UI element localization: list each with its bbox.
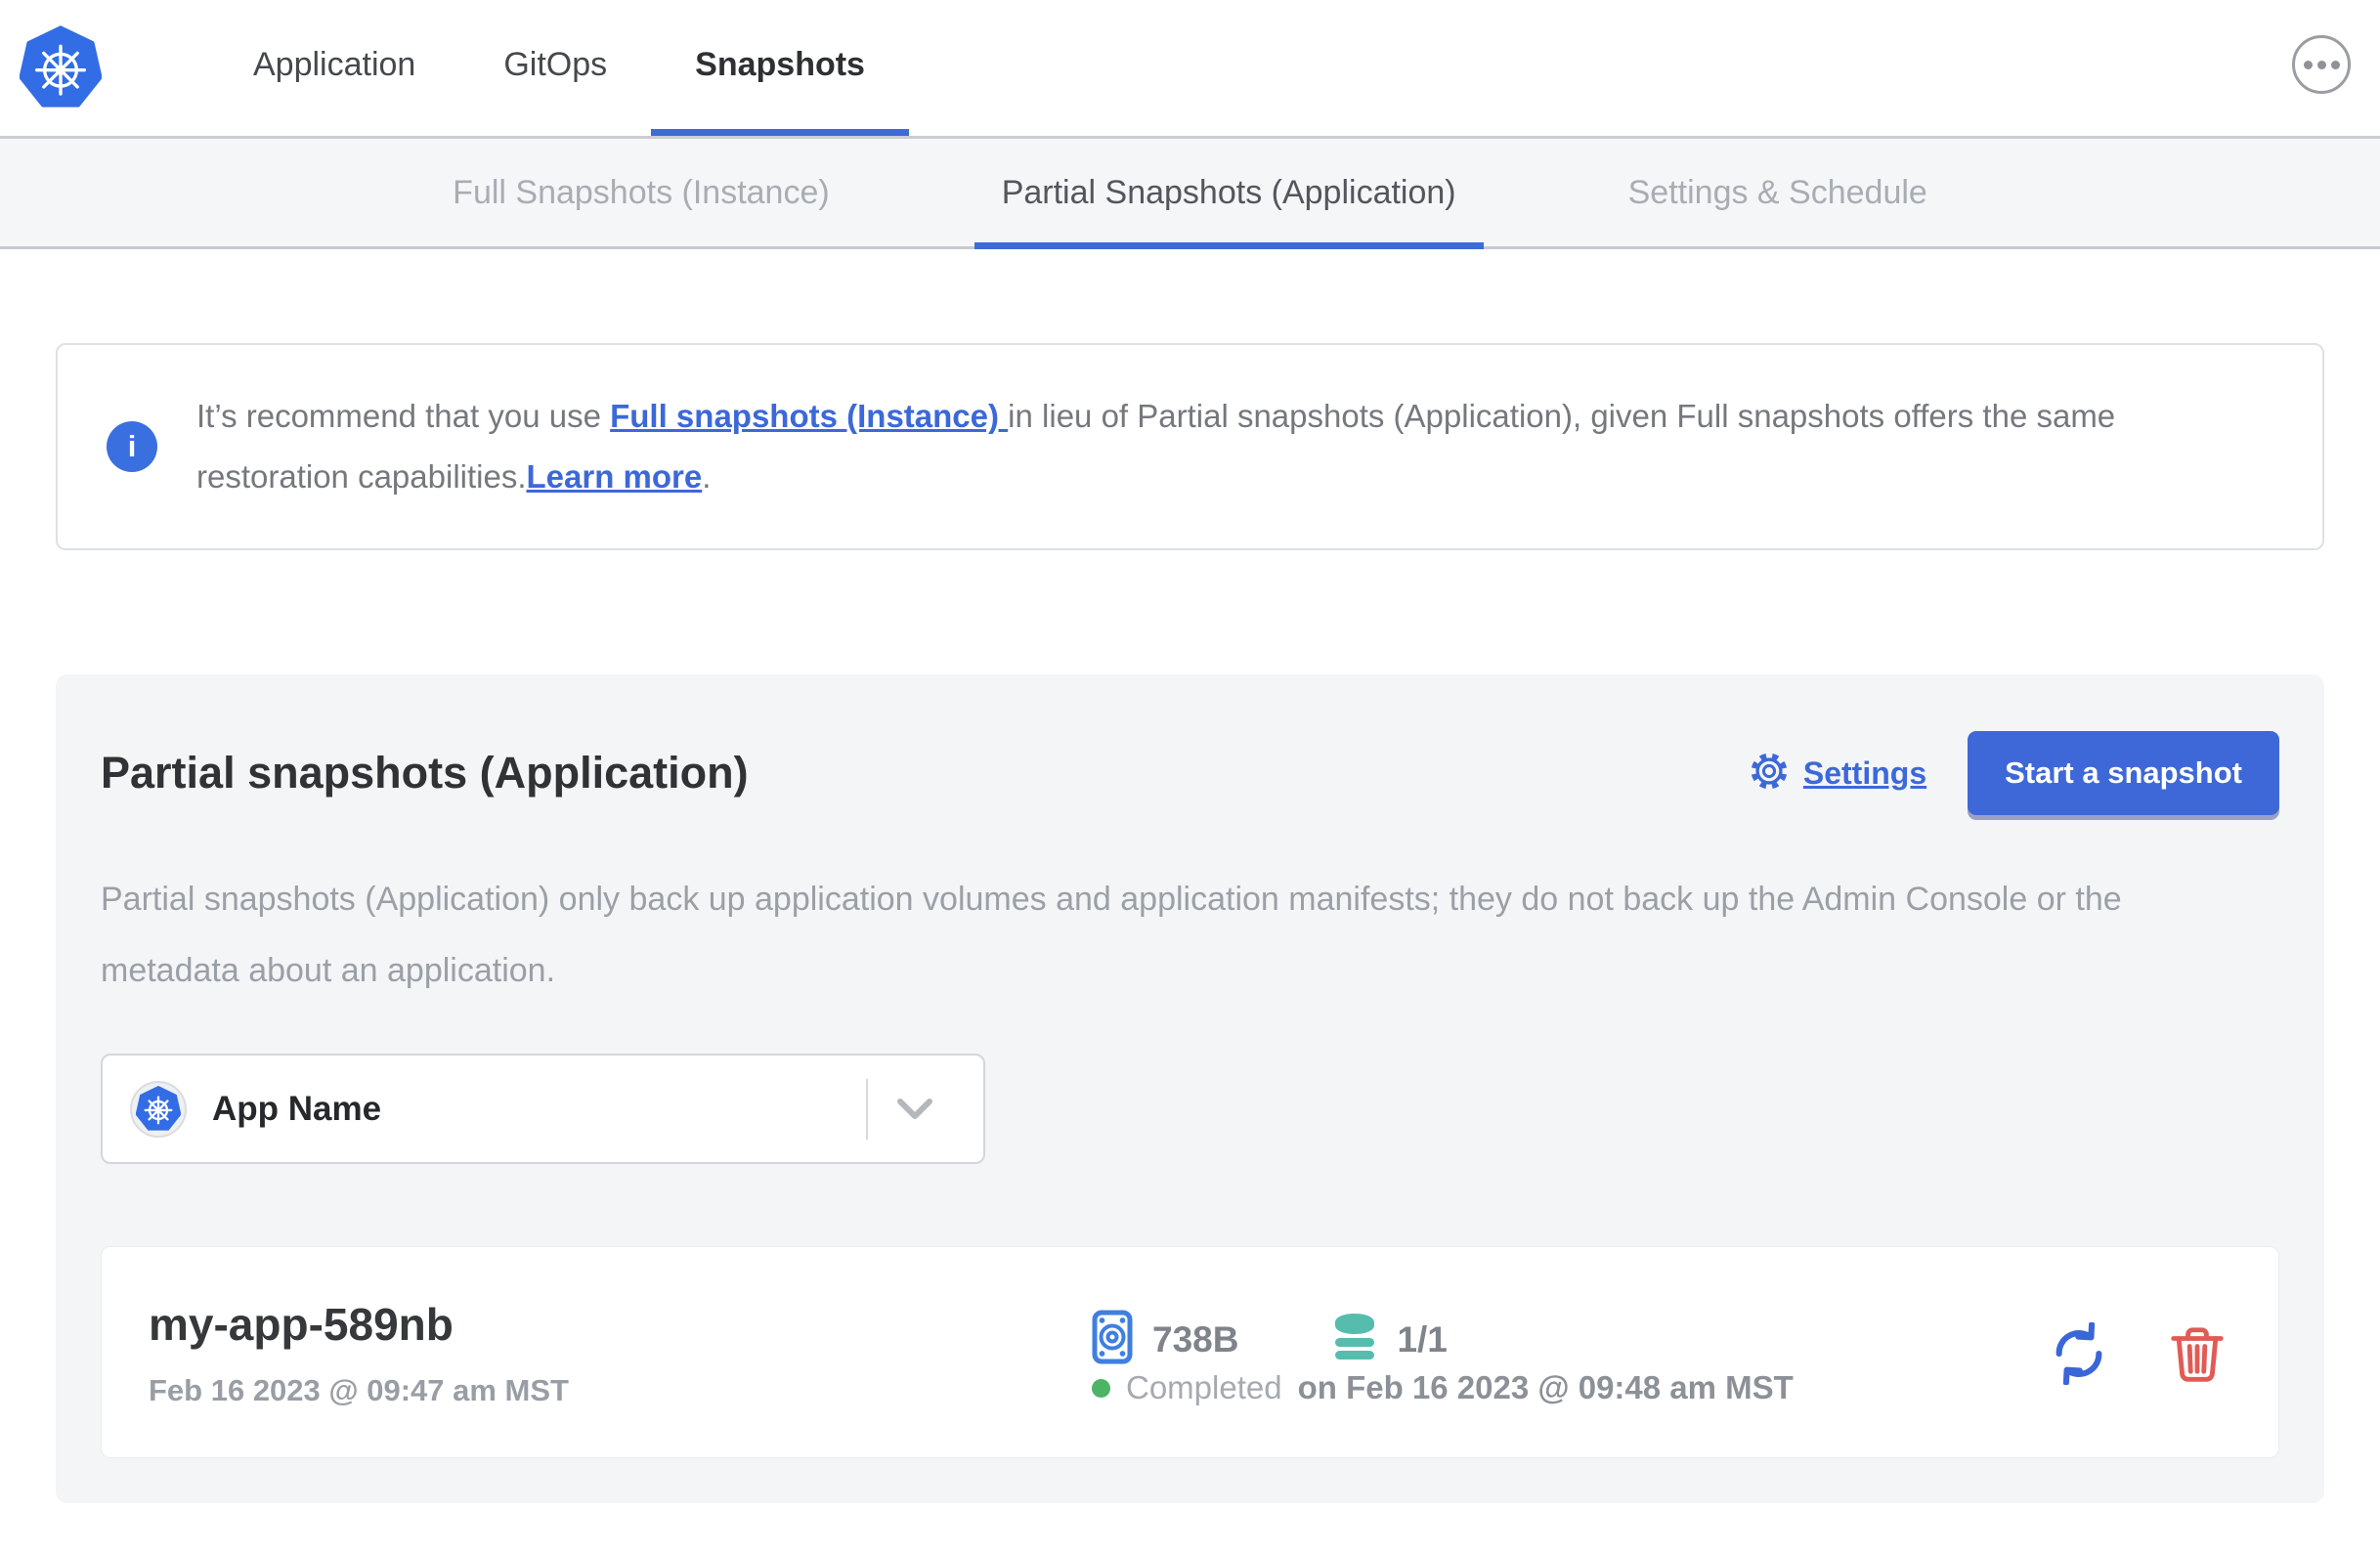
subtab-full-snapshots[interactable]: Full Snapshots (Instance): [367, 139, 916, 246]
gear-icon: [1749, 751, 1790, 797]
restore-snapshot-button[interactable]: [2048, 1320, 2110, 1388]
subtab-partial-snapshots[interactable]: Partial Snapshots (Application): [916, 139, 1542, 249]
snapshot-size-value: 738B: [1152, 1318, 1239, 1360]
snapshot-settings-link[interactable]: Settings: [1749, 751, 1926, 797]
status-finished-time: on Feb 16 2023 @ 09:48 am MST: [1297, 1369, 1794, 1405]
snapshot-start-time: Feb 16 2023 @ 09:47 am MST: [149, 1373, 569, 1407]
snapshot-size: 738B: [1092, 1310, 1238, 1369]
info-banner-text: It’s recommend that you use Full snapsho…: [196, 386, 2273, 507]
card-header: Partial snapshots (Application) Settings…: [101, 731, 2279, 815]
snapshot-identity: my-app-589nb Feb 16 2023 @ 09:47 am MST: [149, 1298, 1092, 1408]
snapshot-subtabs: Full Snapshots (Instance) Partial Snapsh…: [0, 139, 2380, 249]
top-nav: Application GitOps Snapshots: [0, 0, 2380, 139]
snapshot-row: my-app-589nb Feb 16 2023 @ 09:47 am MST: [101, 1246, 2279, 1458]
start-snapshot-button[interactable]: Start a snapshot: [1968, 731, 2279, 815]
trash-icon: [2169, 1326, 2226, 1387]
subtab-settings-schedule[interactable]: Settings & Schedule: [1542, 139, 2013, 246]
chevron-down-icon[interactable]: [868, 1098, 962, 1121]
banner-text-after: .: [702, 458, 712, 495]
snapshot-details: 738B 1/1 Completed on Feb 16 2023 @ 09:4…: [1092, 1298, 2048, 1408]
nav-tab-gitops[interactable]: GitOps: [459, 0, 651, 136]
nav-tab-snapshots[interactable]: Snapshots: [651, 0, 909, 136]
kubernetes-logo[interactable]: [19, 24, 103, 111]
info-icon: i: [107, 421, 157, 472]
database-icon: [1332, 1313, 1377, 1366]
disk-volume-icon: [1092, 1310, 1133, 1369]
primary-nav-tabs: Application GitOps Snapshots: [209, 0, 909, 136]
partial-snapshots-card: Partial snapshots (Application) Settings…: [56, 674, 2324, 1503]
snapshot-status: Completed on Feb 16 2023 @ 09:48 am MST: [1092, 1369, 2048, 1406]
restore-icon: [2048, 1320, 2110, 1388]
kubernetes-app-icon: [130, 1080, 187, 1138]
settings-label: Settings: [1802, 755, 1927, 791]
full-snapshots-link[interactable]: Full snapshots (Instance): [610, 398, 1008, 434]
status-label: Completed: [1126, 1369, 1282, 1405]
status-dot-icon: [1092, 1378, 1110, 1398]
app-select-value: App Name: [212, 1089, 382, 1128]
snapshot-volumes: 1/1: [1332, 1313, 1448, 1366]
delete-snapshot-button[interactable]: [2169, 1323, 2226, 1384]
learn-more-link[interactable]: Learn more: [527, 458, 703, 495]
banner-text-before: It’s recommend that you use: [196, 398, 611, 434]
ellipsis-menu-icon[interactable]: [2292, 35, 2351, 94]
snapshot-stats: 738B 1/1: [1092, 1310, 2048, 1369]
page-title: Partial snapshots (Application): [101, 748, 749, 798]
snapshot-name: my-app-589nb: [149, 1299, 454, 1350]
info-banner: i It’s recommend that you use Full snaps…: [56, 343, 2324, 550]
card-description: Partial snapshots (Application) only bac…: [101, 881, 2122, 989]
nav-tab-application[interactable]: Application: [209, 0, 459, 136]
snapshot-actions: [2048, 1298, 2233, 1408]
app-name-select[interactable]: App Name: [101, 1054, 985, 1164]
snapshot-volumes-value: 1/1: [1397, 1318, 1448, 1360]
